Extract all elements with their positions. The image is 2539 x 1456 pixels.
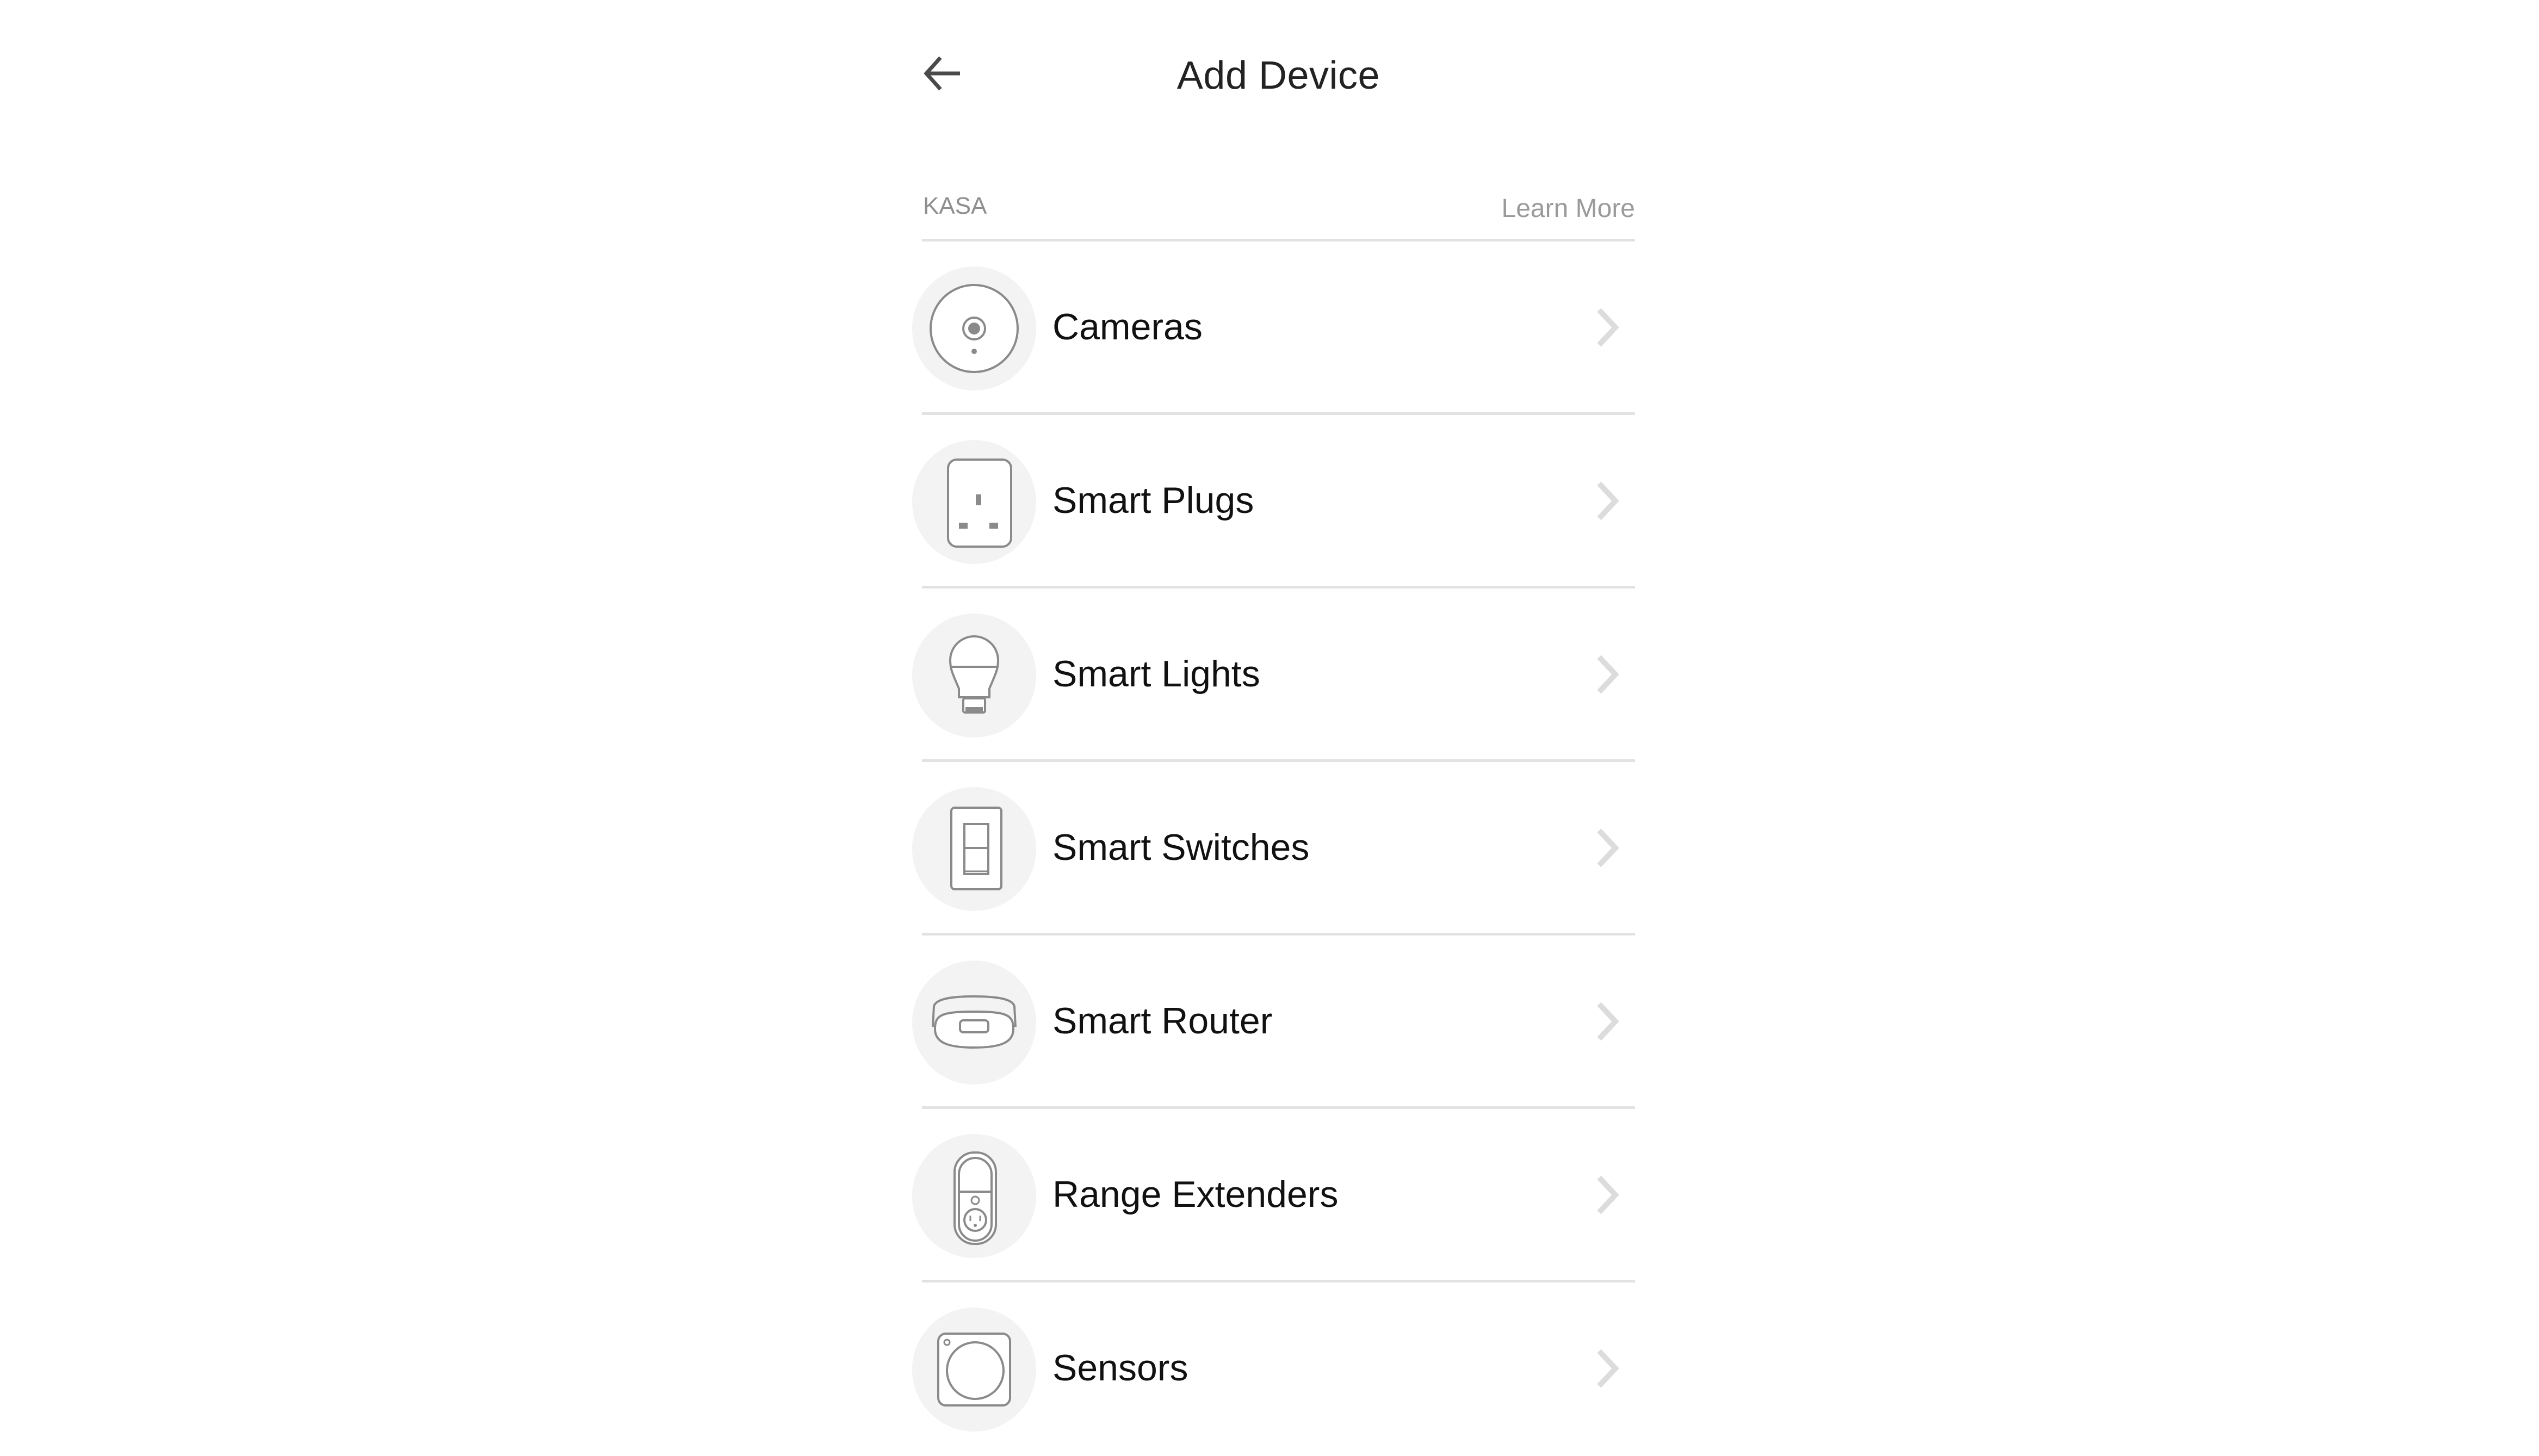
light-bulb-icon <box>949 635 1000 714</box>
device-row-sensors[interactable]: Sensors <box>908 1282 1635 1456</box>
icon-badge <box>912 787 1036 911</box>
learn-more-link[interactable]: Learn More <box>1502 194 1635 224</box>
device-row-smart-lights[interactable]: Smart Lights <box>908 588 1635 762</box>
icon-badge <box>912 1134 1036 1258</box>
sensor-icon <box>937 1333 1011 1407</box>
device-label: Smart Switches <box>1052 827 1310 868</box>
device-label: Sensors <box>1052 1347 1188 1389</box>
chevron-right-icon <box>1591 1173 1624 1217</box>
icon-badge <box>912 961 1036 1085</box>
smart-plug-icon <box>947 459 1012 548</box>
page-title: Add Device <box>1176 54 1380 97</box>
router-icon <box>932 995 1017 1049</box>
icon-badge <box>912 1308 1036 1432</box>
device-category-list: Cameras Smart Plugs Smart Lights Smart S… <box>908 241 1635 1456</box>
icon-badge <box>912 614 1036 738</box>
section-label: KASA <box>923 193 987 219</box>
device-label: Smart Lights <box>1052 653 1260 695</box>
header: Add Device <box>922 33 1635 114</box>
device-label: Range Extenders <box>1052 1174 1339 1215</box>
icon-badge <box>912 267 1036 391</box>
light-switch-icon <box>950 807 1002 890</box>
chevron-right-icon <box>1591 826 1624 870</box>
camera-icon <box>930 284 1019 373</box>
chevron-right-icon <box>1591 479 1624 523</box>
chevron-right-icon <box>1591 1347 1624 1390</box>
device-row-smart-switches[interactable]: Smart Switches <box>908 762 1635 935</box>
device-row-smart-plugs[interactable]: Smart Plugs <box>908 415 1635 588</box>
device-label: Cameras <box>1052 306 1203 348</box>
device-row-cameras[interactable]: Cameras <box>908 241 1635 415</box>
chevron-right-icon <box>1591 1000 1624 1043</box>
section-header: KASA Learn More <box>922 190 1635 241</box>
icon-badge <box>912 440 1036 564</box>
range-extender-icon <box>953 1151 997 1245</box>
chevron-right-icon <box>1591 306 1624 349</box>
chevron-right-icon <box>1591 653 1624 696</box>
device-row-range-extenders[interactable]: Range Extenders <box>908 1109 1635 1282</box>
device-label: Smart Router <box>1052 1000 1273 1042</box>
device-row-smart-router[interactable]: Smart Router <box>908 935 1635 1109</box>
device-label: Smart Plugs <box>1052 480 1254 521</box>
